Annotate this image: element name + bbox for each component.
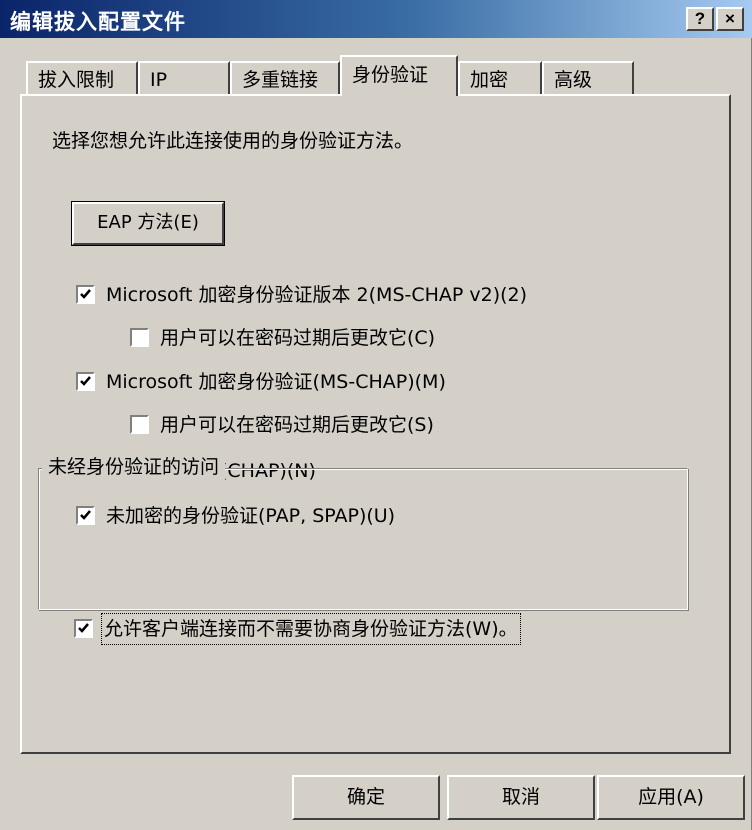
mschapv2-checkbox[interactable] [76,285,95,304]
dialog-window: 编辑拔入配置文件 ? × 拔入限制 IP 多重链接 身份验证 加密 高级 选择您… [0,0,752,830]
unauthenticated-access-group [38,468,688,610]
mschapv2-label: Microsoft 加密身份验证版本 2(MS-CHAP v2)(2) [106,284,528,306]
eap-methods-button[interactable]: EAP 方法(E) [71,201,225,246]
close-button[interactable]: × [716,7,744,31]
mschap-change-password-label: 用户可以在密码过期后更改它(S) [160,414,434,436]
tab-authentication[interactable]: 身份验证 [340,55,458,96]
mschap-change-password-checkbox[interactable] [130,415,149,434]
tab-advanced[interactable]: 高级 [542,61,634,95]
allow-unauthenticated-checkbox[interactable] [74,619,93,638]
unauthenticated-access-title: 未经身份验证的访问 [42,454,226,480]
ok-button[interactable]: 确定 [292,775,440,820]
authentication-panel: 选择您想允许此连接使用的身份验证方法。 EAP 方法(E) Microsoft … [20,94,731,754]
allow-unauthenticated-label: 允许客户端连接而不需要协商身份验证方法(W)。 [101,613,521,645]
title-bar[interactable]: 编辑拔入配置文件 ? × [0,0,752,38]
mschapv2-change-password-label: 用户可以在密码过期后更改它(C) [160,327,436,349]
mschap-checkbox[interactable] [76,372,95,391]
intro-text: 选择您想允许此连接使用的身份验证方法。 [52,130,414,152]
checkmark-icon [80,376,91,386]
tab-ip[interactable]: IP [138,61,230,95]
tab-dialin-constraints[interactable]: 拔入限制 [26,61,138,95]
mschap-label: Microsoft 加密身份验证(MS-CHAP)(M) [106,371,446,393]
checkmark-icon [80,289,91,299]
help-button[interactable]: ? [686,7,714,31]
tab-multilink[interactable]: 多重链接 [230,61,340,95]
cancel-button[interactable]: 取消 [447,775,595,820]
mschapv2-change-password-checkbox[interactable] [130,328,149,347]
checkmark-icon [78,623,89,633]
window-title: 编辑拔入配置文件 [10,10,186,34]
apply-button[interactable]: 应用(A) [597,775,745,820]
tab-encryption[interactable]: 加密 [458,61,542,95]
